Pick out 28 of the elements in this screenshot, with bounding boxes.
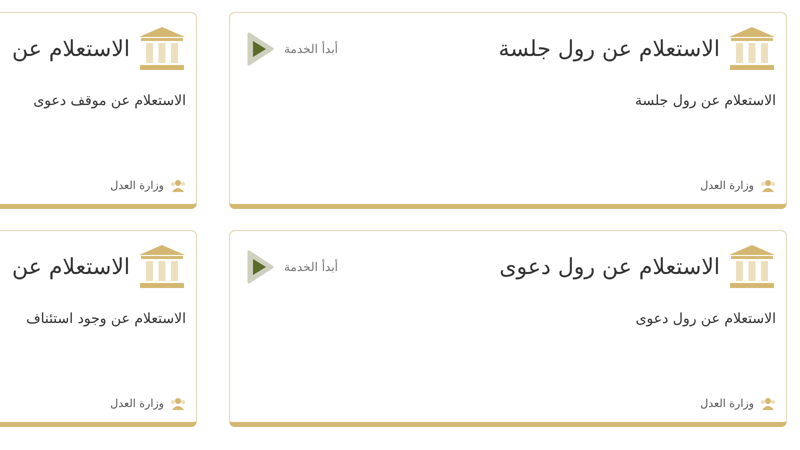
card-title: الاستعلام عن رول جلسة <box>498 36 720 62</box>
user-icon <box>760 179 776 192</box>
card-description: الاستعلام عن رول دعوى <box>634 311 776 327</box>
user-icon <box>170 397 186 410</box>
building-icon <box>728 27 776 71</box>
card-title: الاستعلام عن <box>12 254 130 280</box>
card-title: الاستعلام عن رول دعوى <box>499 254 720 280</box>
play-icon <box>246 250 274 284</box>
agency-name: وزارة العدل <box>110 179 164 192</box>
building-icon <box>728 245 776 289</box>
card-title: الاستعلام عن <box>12 36 130 62</box>
card-description: الاستعلام عن وجود استئناف <box>25 311 186 327</box>
building-icon <box>138 245 186 289</box>
start-service-button[interactable]: أبدأ الخدمة <box>246 250 338 284</box>
agency-name: وزارة العدل <box>700 397 754 410</box>
agency-name: وزارة العدل <box>110 397 164 410</box>
service-card[interactable]: الاستعلام عن رول جلسة أبدأ الخدمة الاستعلام عن رول جلسة وزارة العدل <box>229 12 787 209</box>
agency-name: وزارة العدل <box>700 179 754 192</box>
service-card[interactable]: الاستعلام عن الاستعلام عن موقف دعوى وزارة العدل <box>0 12 197 209</box>
service-card[interactable]: الاستعلام عن الاستعلام عن وجود استئناف وزارة العدل <box>0 230 197 427</box>
service-card[interactable]: الاستعلام عن رول دعوى أبدأ الخدمة الاستعلام عن رول دعوى وزارة العدل <box>229 230 787 427</box>
card-description: الاستعلام عن موقف دعوى <box>32 93 186 109</box>
user-icon <box>760 397 776 410</box>
building-icon <box>138 27 186 71</box>
card-description: الاستعلام عن رول جلسة <box>634 93 776 109</box>
user-icon <box>170 179 186 192</box>
start-service-button[interactable]: أبدأ الخدمة <box>246 32 338 66</box>
play-icon <box>246 32 274 66</box>
